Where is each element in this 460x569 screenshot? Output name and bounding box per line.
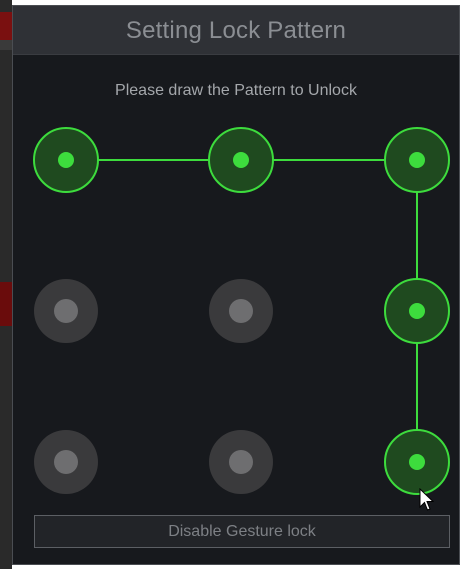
pattern-node-dot (54, 299, 78, 323)
pattern-node-dot (54, 450, 78, 474)
pattern-node-dot (233, 152, 249, 168)
pattern-node-9[interactable] (384, 429, 450, 495)
pattern-node-dot (409, 454, 425, 470)
pattern-node-5[interactable] (209, 279, 273, 343)
pattern-node-3[interactable] (384, 127, 450, 193)
lock-pattern-dialog: Setting Lock Pattern Please draw the Pat… (12, 5, 460, 565)
pattern-node-6[interactable] (384, 278, 450, 344)
background-app-element (0, 282, 12, 326)
pattern-node-dot (409, 152, 425, 168)
pattern-node-8[interactable] (209, 430, 273, 494)
pattern-node-1[interactable] (33, 127, 99, 193)
pattern-node-dot (229, 299, 253, 323)
pattern-grid[interactable] (13, 6, 460, 566)
pattern-node-7[interactable] (34, 430, 98, 494)
background-app-element (0, 40, 12, 50)
background-app-element (0, 12, 12, 42)
background-app-edge (0, 0, 12, 569)
pattern-node-dot (409, 303, 425, 319)
pattern-node-2[interactable] (208, 127, 274, 193)
pattern-node-dot (58, 152, 74, 168)
pattern-node-dot (229, 450, 253, 474)
mouse-pointer-icon (419, 488, 435, 511)
pattern-node-4[interactable] (34, 279, 98, 343)
disable-gesture-lock-button[interactable]: Disable Gesture lock (34, 515, 450, 548)
